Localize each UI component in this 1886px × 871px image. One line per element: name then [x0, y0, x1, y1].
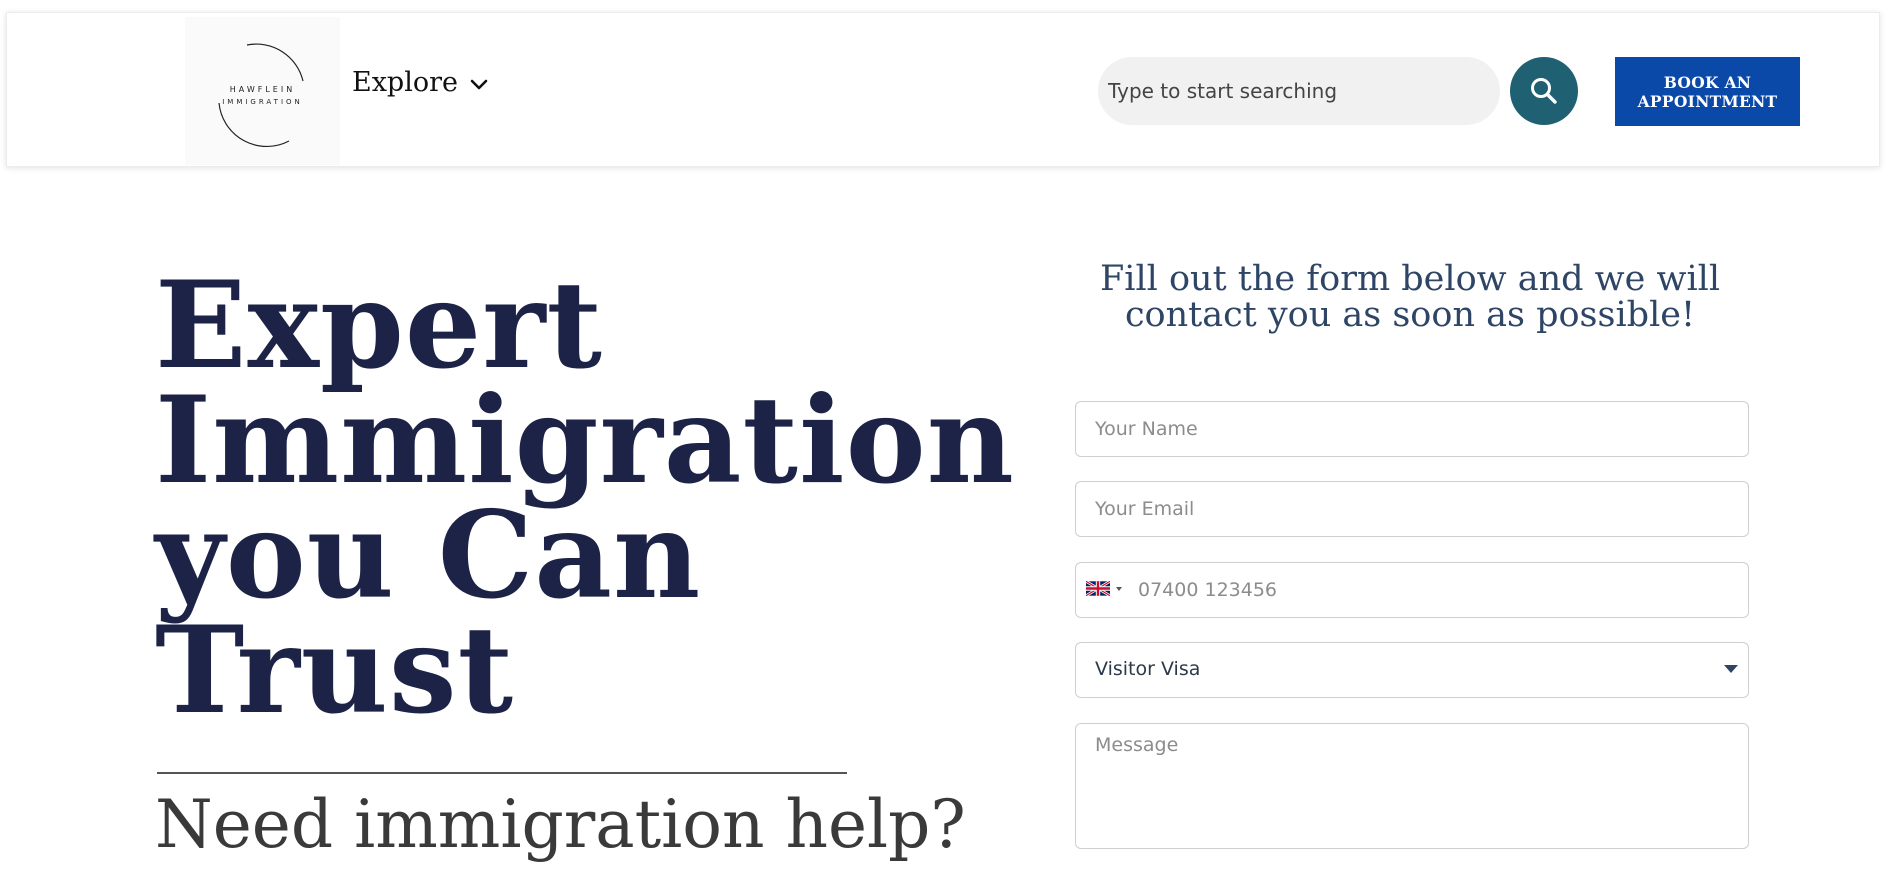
book-button-line-2: APPOINTMENT: [1637, 91, 1778, 111]
form-heading: Fill out the form below and we will cont…: [1099, 259, 1721, 335]
hero-divider: [157, 772, 847, 774]
search-input[interactable]: [1098, 57, 1500, 125]
visa-type-value: Visitor Visa: [1095, 658, 1201, 680]
email-field[interactable]: [1076, 482, 1748, 536]
search-button[interactable]: [1510, 57, 1578, 125]
book-button-line-1: BOOK AN: [1663, 72, 1752, 92]
explore-label: Explore: [352, 67, 458, 98]
name-field-wrapper: [1075, 401, 1749, 457]
phone-field-wrapper: [1075, 562, 1749, 618]
hero-title-line: you Can: [155, 485, 702, 626]
phone-field[interactable]: [1076, 563, 1748, 617]
logo[interactable]: HAWFLEIN IMMIGRATION: [185, 17, 340, 165]
book-appointment-button[interactable]: BOOK AN APPOINTMENT: [1615, 57, 1800, 126]
chevron-down-icon: [470, 79, 488, 89]
country-selector[interactable]: [1086, 581, 1122, 596]
message-field[interactable]: [1076, 724, 1748, 848]
visa-type-select[interactable]: Visitor Visa: [1075, 642, 1749, 698]
hero-title: Expert Immigration you Can Trust: [155, 255, 1015, 741]
hero-title-line: Immigration: [155, 370, 1015, 511]
explore-menu[interactable]: Explore: [352, 67, 488, 98]
hero-title-line: Expert: [155, 255, 603, 396]
caret-down-icon: [1116, 586, 1122, 591]
message-field-wrapper: [1075, 723, 1749, 849]
dropdown-caret-icon: [1724, 665, 1738, 673]
uk-flag-icon: [1086, 581, 1110, 596]
search-icon: [1531, 78, 1557, 104]
logo-line-2: IMMIGRATION: [222, 98, 303, 106]
email-field-wrapper: [1075, 481, 1749, 537]
hero-subtitle: Need immigration help?: [155, 786, 966, 863]
logo-line-1: HAWFLEIN: [229, 85, 296, 94]
hero-title-line: Trust: [155, 600, 515, 741]
site-header: HAWFLEIN IMMIGRATION Explore BOOK AN APP…: [6, 12, 1880, 167]
name-field[interactable]: [1076, 402, 1748, 456]
